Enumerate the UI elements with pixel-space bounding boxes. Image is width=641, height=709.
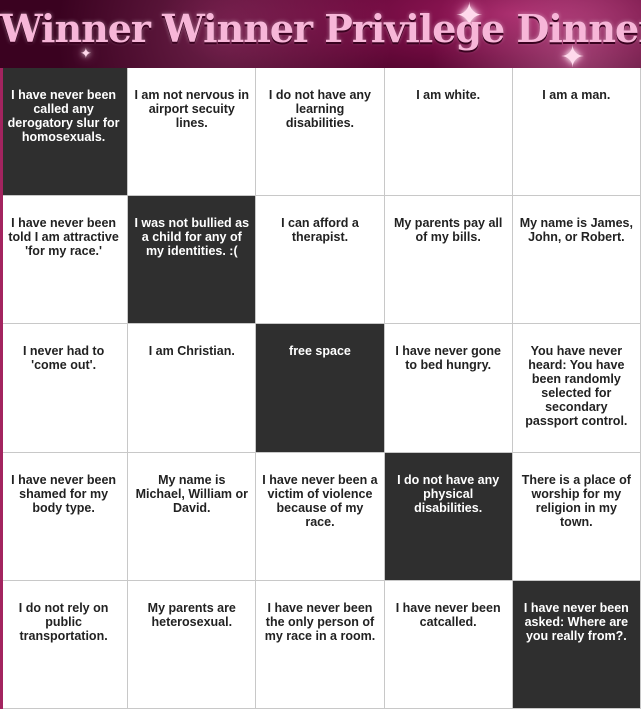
bingo-cell[interactable]: I have never been catcalled. [384,580,513,709]
bingo-cell[interactable]: My name is James, John, or Robert. [512,196,641,325]
bingo-cell[interactable]: My name is Michael, William or David. [128,452,257,581]
bingo-cell[interactable]: I am white. [384,68,513,197]
bingo-cell[interactable]: I am not nervous in airport secuity line… [128,68,257,197]
bingo-cell[interactable]: I have never been shamed for my body typ… [0,452,129,581]
bingo-cell[interactable]: I do not have any learning disabilities. [256,68,385,197]
bingo-cell[interactable]: I have never been told I am attractive '… [0,196,129,325]
bingo-cell[interactable]: I have never been asked: Where are you r… [512,580,641,709]
bingo-cell[interactable]: You have never heard: You have been rand… [512,324,641,453]
bingo-cell[interactable]: I am a man. [512,68,641,197]
bingo-cell[interactable]: I was not bullied as a child for any of … [128,196,257,325]
bingo-cell[interactable]: I never had to 'come out'. [0,324,129,453]
bingo-cell[interactable]: There is a place of worship for my relig… [512,452,641,581]
free-space-cell[interactable]: free space [256,324,385,453]
bingo-cell[interactable]: I do not rely on public transportation. [0,580,129,709]
bingo-cell[interactable]: I do not have any physical disabilities. [384,452,513,581]
bingo-grid: I have never been called any derogatory … [0,68,641,709]
bingo-card: ✦ ✦ ✦ Winner Winner Privilege Dinner I h… [0,0,641,709]
edge-stripe [0,68,3,709]
bingo-cell[interactable]: I have never been the only person of my … [256,580,385,709]
bingo-cell[interactable]: I have never been called any derogatory … [0,68,129,197]
bingo-cell[interactable]: I have never gone to bed hungry. [384,324,513,453]
bingo-cell[interactable]: I have never been a victim of violence b… [256,452,385,581]
bingo-cell[interactable]: My parents are heterosexual. [128,580,257,709]
bingo-cell[interactable]: I am Christian. [128,324,257,453]
bingo-cell[interactable]: My parents pay all of my bills. [384,196,513,325]
bingo-cell[interactable]: I can afford a therapist. [256,196,385,325]
title-banner: ✦ ✦ ✦ Winner Winner Privilege Dinner [0,0,641,68]
page-title: Winner Winner Privilege Dinner [0,6,641,51]
